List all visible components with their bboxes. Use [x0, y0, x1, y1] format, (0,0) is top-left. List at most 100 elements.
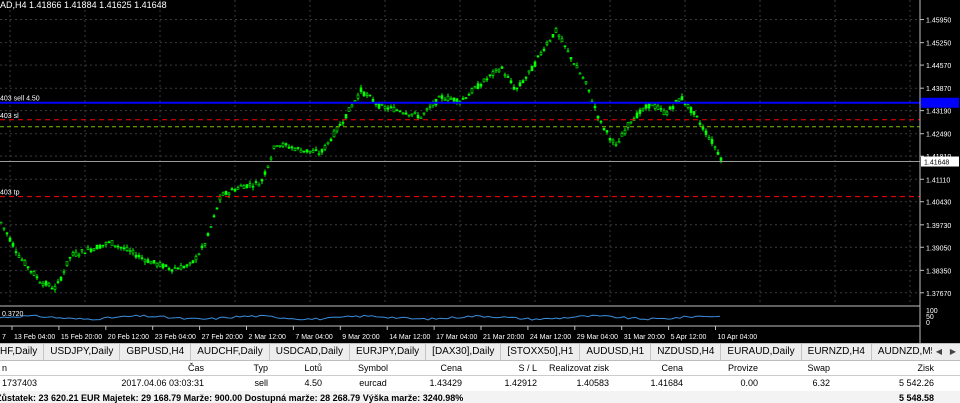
candle-body — [251, 185, 255, 188]
col-order[interactable]: n — [2, 361, 7, 375]
candle-body — [518, 82, 522, 87]
price-tick-label: 1.41110 — [926, 177, 950, 184]
sell-price-marker — [921, 97, 959, 108]
candle-body — [287, 146, 291, 149]
col-tp[interactable]: Realizovat zisk — [540, 361, 609, 375]
candle-body — [320, 149, 324, 153]
candle-body — [521, 80, 525, 84]
symbol-header: AD,H4 1.41866 1.41884 1.41625 1.41648 — [0, 0, 167, 10]
candle-body — [59, 276, 63, 281]
tab-usdjpy-daily[interactable]: USDJPY,Daily — [44, 344, 121, 360]
col-symbol[interactable]: Symbol — [345, 361, 401, 375]
tab-audchf-daily[interactable]: AUDCHF,Daily — [191, 344, 270, 360]
indicator-value: 0.3720 — [2, 311, 24, 318]
candle-body — [542, 48, 546, 51]
candle-body — [392, 107, 396, 113]
candle-body — [53, 286, 57, 290]
price-tick-label: 1.38350 — [926, 268, 951, 275]
col-time[interactable]: Čas — [140, 361, 204, 375]
candle-body — [398, 110, 402, 113]
candle-body — [44, 281, 48, 286]
candle-body — [329, 138, 333, 142]
col-sl[interactable]: S / L — [480, 361, 537, 375]
candle-body — [263, 171, 267, 175]
candle-body — [560, 38, 564, 43]
candle-body — [575, 65, 579, 69]
candle-body — [638, 109, 642, 114]
price-tick-label: 1.45250 — [926, 41, 951, 48]
candle-body — [686, 104, 690, 108]
candle-body — [419, 116, 423, 119]
candle-body — [527, 70, 531, 73]
candle-body — [113, 245, 117, 247]
candle-body — [509, 80, 513, 84]
candle-body — [266, 165, 270, 168]
scroll-left-icon[interactable]: ◀ — [932, 344, 946, 360]
candle-body — [236, 187, 240, 190]
tab-audusd-h1[interactable]: AUDUSD,H1 — [580, 344, 652, 360]
candle-body — [149, 261, 153, 265]
account-summary-row: Zůstatek: 23 620.21 EUR Majetek: 29 168.… — [0, 391, 960, 403]
candle-body — [293, 148, 297, 151]
tab-eurnzd-h4[interactable]: EURNZD,H4 — [802, 344, 872, 360]
chart-canvas[interactable]: 403 sell 4.50403 sl403 tp 0.3720 100500 1… — [0, 0, 960, 343]
candle-body — [503, 74, 507, 77]
col-lots[interactable]: Lotů — [280, 361, 322, 375]
date-tick-label: 9 Mar 20:00 — [342, 334, 379, 341]
candle-body — [212, 215, 216, 218]
order-lots: 4.50 — [304, 378, 322, 388]
date-tick-label: 5 Apr 12:00 — [671, 334, 707, 341]
tab-usdcad-daily[interactable]: USDCAD,Daily — [270, 344, 350, 360]
candle-body — [683, 103, 687, 105]
candle-body — [308, 150, 312, 153]
candle-body — [68, 256, 72, 259]
tab-eurjpy-daily[interactable]: EURJPY,Daily — [350, 344, 427, 360]
candle-body — [71, 252, 75, 256]
candle-body — [635, 112, 639, 119]
candle-body — [323, 145, 327, 150]
candle-body — [353, 100, 357, 103]
col-commission[interactable]: Provize — [700, 361, 758, 375]
candle-body — [563, 45, 567, 47]
price-tick-label: 1.39730 — [926, 223, 951, 230]
tab-hf-daily[interactable]: HF,Daily — [0, 344, 45, 360]
col-profit[interactable]: Zisk — [860, 361, 935, 375]
price-tick-label: 1.45950 — [926, 18, 951, 25]
price-chart[interactable]: 403 sell 4.50 403 sl 403 tp 0.3720 100 50 0 1… — [0, 0, 960, 343]
candle-body — [602, 128, 606, 131]
candle-body — [680, 96, 684, 101]
candle-body — [224, 191, 228, 195]
tab-nzdusd-h4[interactable]: NZDUSD,H4 — [651, 344, 722, 360]
col-price[interactable]: Cena — [410, 361, 462, 375]
scroll-right-icon[interactable]: ▶ — [946, 344, 960, 360]
candle-body — [587, 89, 591, 92]
table-row[interactable]: 1737403 2017.04.06 03:03:31 sell 4.50 eu… — [0, 376, 960, 390]
tab-euraud-daily[interactable]: EURAUD,Daily — [721, 344, 802, 360]
order-price: 1.43429 — [429, 378, 462, 388]
candle-body — [143, 259, 147, 263]
tab-gbpusd-h4[interactable]: GBPUSD,H4 — [120, 344, 192, 360]
tab--dax30-daily[interactable]: [DAX30],Daily — [426, 344, 502, 360]
candle-body — [92, 248, 96, 251]
candle-body — [77, 254, 81, 257]
col-cur-price[interactable]: Cena — [625, 361, 683, 375]
col-type[interactable]: Typ — [230, 361, 268, 375]
candle-body — [698, 122, 702, 125]
candle-body — [548, 40, 552, 42]
candle-body — [203, 243, 207, 246]
candle-body — [710, 139, 714, 144]
candle-body — [617, 140, 621, 144]
candle-body — [239, 184, 243, 187]
tab--stoxx50-h1[interactable]: [STOXX50],H1 — [501, 344, 581, 360]
indicator-line — [0, 314, 721, 321]
candle-body — [11, 242, 15, 247]
candle-body — [20, 259, 24, 261]
sell-line-label: 403 sell 4.50 — [0, 96, 40, 103]
candle-body — [530, 65, 534, 72]
candle-body — [692, 111, 696, 115]
candle-body — [191, 260, 195, 264]
candle-body — [278, 145, 282, 147]
total-profit: 5 548.58 — [898, 393, 934, 403]
col-swap[interactable]: Swap — [770, 361, 830, 375]
candle-body — [362, 91, 366, 97]
